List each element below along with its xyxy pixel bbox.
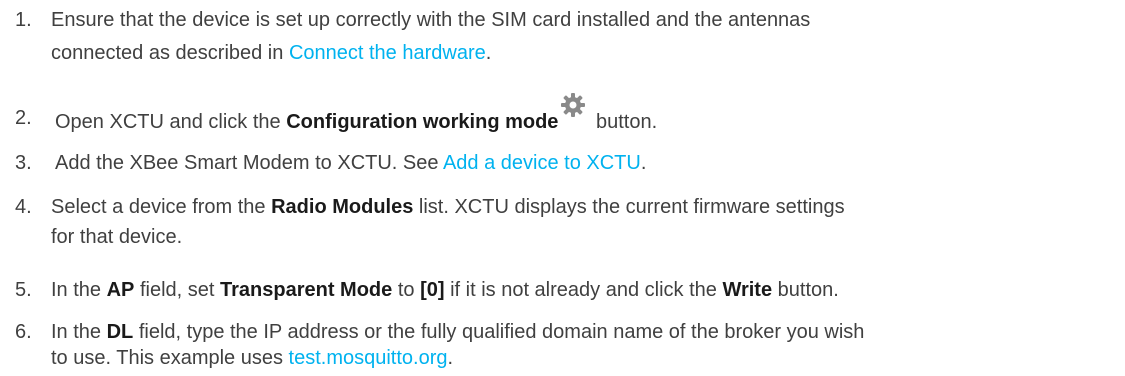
step-text: In the DL field, type the IP address or … <box>51 321 865 369</box>
step-number: 4. <box>15 196 32 218</box>
step-text: Open XCTU and click the Configuration wo… <box>55 93 1115 138</box>
step-text: Add the XBee Smart Modem to XCTU. See Ad… <box>55 152 647 174</box>
step-number: 2. <box>15 107 32 129</box>
connect-hardware-link[interactable]: Connect the hardware <box>289 42 486 64</box>
add-device-link[interactable]: Add a device to XCTU <box>443 152 641 174</box>
step-text: In the AP field, set Transparent Mode to… <box>51 279 839 301</box>
mosquitto-link[interactable]: test.mosquitto.org <box>289 347 448 369</box>
step-number: 6. <box>15 321 32 343</box>
step-text: Ensure that the device is set up correct… <box>51 9 811 64</box>
gear-icon <box>560 92 586 126</box>
step-number: 3. <box>15 152 32 174</box>
step-text: Select a device from the Radio Modules l… <box>51 196 845 248</box>
step-number: 1. <box>15 9 32 31</box>
step-number: 5. <box>15 279 32 301</box>
